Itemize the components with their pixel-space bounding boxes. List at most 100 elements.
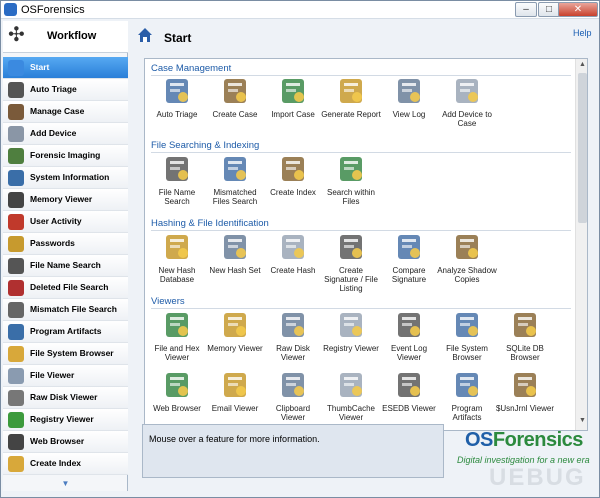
fingerprint-icon (8, 82, 24, 98)
app-window: OSForensics – □ ✕ ✣ Workflow Start Auto T… (0, 0, 600, 498)
sidebar-item-add-device[interactable]: Add Device (3, 123, 128, 145)
tile-create-index[interactable]: Create Index (263, 153, 323, 225)
sidebar-item-file-name-search[interactable]: File Name Search (3, 255, 128, 277)
minimize-button[interactable]: – (515, 2, 537, 17)
sidebar-item-memory-viewer[interactable]: Memory Viewer (3, 189, 128, 211)
tile-mismatched-files-search[interactable]: Mismatched Files Search (205, 153, 265, 225)
tile-program-artifacts[interactable]: Program Artifacts (437, 369, 497, 430)
sidebar-item-system-information[interactable]: System Information (3, 167, 128, 189)
tile-view-log[interactable]: View Log (379, 75, 439, 147)
sidebar-scroll-down-icon[interactable]: ▼ (3, 477, 128, 491)
sidebar-item-start[interactable]: Start (3, 57, 128, 79)
tile-thumbcache-viewer[interactable]: ThumbCache Viewer (321, 369, 381, 430)
sidebar-item-file-system-browser[interactable]: File System Browser (3, 343, 128, 365)
sidebar-item-label: Memory Viewer (30, 194, 93, 204)
tile-label: Create Case (212, 110, 258, 119)
tile-label: File Name Search (158, 188, 196, 206)
tile-new-hash-database[interactable]: New Hash Database (147, 231, 207, 303)
tile--usnjrnl-viewer[interactable]: $UsnJrnl Viewer (495, 369, 555, 430)
tile-generate-report[interactable]: Generate Report (321, 75, 381, 147)
scroll-up-icon[interactable]: ▲ (576, 61, 587, 68)
sidebar-item-manage-case[interactable]: Manage Case (3, 101, 128, 123)
workflow-header: ✣ Workflow (3, 21, 128, 53)
disk-icon (8, 126, 24, 142)
import-case-icon (282, 79, 304, 103)
sidebar-item-file-viewer[interactable]: File Viewer (3, 365, 128, 387)
tile-import-case[interactable]: Import Case (263, 75, 323, 147)
tile-create-signature-file-listing[interactable]: Create Signature / File Listing (321, 231, 381, 303)
tile-analyze-shadow-copies[interactable]: Analyze Shadow Copies (437, 231, 497, 303)
workflow-icon: ✣ (8, 24, 25, 46)
tile-label: Analyze Shadow Copies (437, 266, 497, 284)
tile-new-hash-set[interactable]: New Hash Set (205, 231, 265, 303)
briefcase-icon (8, 104, 24, 120)
logo-text: OSForensics (465, 429, 583, 451)
tile-label: Auto Triage (156, 110, 198, 119)
tile-label: Raw Disk Viewer (276, 344, 310, 362)
tile-add-device-to-case[interactable]: Add Device to Case (437, 75, 497, 147)
sidebar-item-registry-viewer[interactable]: Registry Viewer (3, 409, 128, 431)
sidebar-item-create-index[interactable]: Create Index (3, 453, 128, 475)
close-button[interactable]: ✕ (558, 2, 598, 17)
search-files-icon (340, 157, 362, 181)
abc-icon (224, 157, 246, 181)
sidebar-item-mismatch-file-search[interactable]: Mismatch File Search (3, 299, 128, 321)
sidebar-item-program-artifacts[interactable]: Program Artifacts (3, 321, 128, 343)
esedb-icon (398, 373, 420, 397)
sidebar-item-deleted-file-search[interactable]: Deleted File Search (3, 277, 128, 299)
imaging-icon (8, 148, 24, 164)
sidebar-item-web-browser[interactable]: Web Browser (3, 431, 128, 453)
tile-label: Program Artifacts (451, 404, 483, 422)
log-icon (398, 79, 420, 103)
tile-esedb-viewer[interactable]: ESEDB Viewer (379, 369, 439, 430)
tile-file-name-search[interactable]: File Name Search (147, 153, 207, 225)
memory-chip-icon (224, 313, 246, 337)
tile-label: Generate Report (321, 110, 381, 119)
page-title: Start (164, 31, 192, 45)
tile-label: Web Browser (153, 404, 201, 413)
tile-auto-triage[interactable]: Auto Triage (147, 75, 207, 147)
tile-create-case[interactable]: Create Case (205, 75, 265, 147)
main-header: Start Help (131, 21, 597, 53)
binoculars-icon (8, 258, 24, 274)
scroll-thumb[interactable] (578, 73, 587, 223)
tile-label: File and Hex Viewer (154, 344, 200, 362)
tile-label: File System Browser (446, 344, 488, 362)
sidebar-item-raw-disk-viewer[interactable]: Raw Disk Viewer (3, 387, 128, 409)
report-icon (340, 79, 362, 103)
tile-create-hash[interactable]: Create Hash (263, 231, 323, 303)
thumbcache-icon (340, 373, 362, 397)
tile-label: Create Index (270, 188, 316, 197)
workflow-title: Workflow (47, 30, 97, 42)
sidebar-item-auto-triage[interactable]: Auto Triage (3, 79, 128, 101)
tile-clipboard-viewer[interactable]: Clipboard Viewer (263, 369, 323, 430)
usnjrnl-icon (514, 373, 536, 397)
program-icon (456, 373, 478, 397)
sidebar-item-label: Auto Triage (30, 84, 77, 94)
tile-search-within-files[interactable]: Search within Files (321, 153, 381, 225)
event-log-icon (398, 313, 420, 337)
sidebar-item-label: Registry Viewer (30, 414, 94, 424)
tile-label: Mismatched Files Search (212, 188, 258, 206)
tile-email-viewer[interactable]: Email Viewer (205, 369, 265, 430)
workflow-list: Start Auto Triage Manage Case Add Device For… (3, 57, 128, 475)
sidebar-item-label: File Name Search (30, 260, 101, 270)
tile-label: SQLite DB Browser (506, 344, 544, 362)
tile-compare-signature[interactable]: Compare Signature (379, 231, 439, 303)
registry-icon (8, 412, 24, 428)
panel-scrollbar[interactable]: ▲ ▼ (575, 59, 587, 430)
sqlite-icon (514, 313, 536, 337)
tile-label: New Hash Set (209, 266, 261, 275)
sidebar-item-passwords[interactable]: Passwords (3, 233, 128, 255)
scroll-down-icon[interactable]: ▼ (576, 417, 587, 424)
raw-disk-icon (282, 313, 304, 337)
sidebar-item-label: File Viewer (30, 370, 75, 380)
key-icon (8, 236, 24, 252)
maximize-button[interactable]: □ (538, 2, 560, 17)
hash-db-icon (166, 235, 188, 259)
sidebar-item-user-activity[interactable]: User Activity (3, 211, 128, 233)
app-icon (4, 3, 17, 16)
help-link[interactable]: Help (573, 28, 592, 38)
sidebar-item-forensic-imaging[interactable]: Forensic Imaging (3, 145, 128, 167)
tile-web-browser[interactable]: Web Browser (147, 369, 207, 430)
